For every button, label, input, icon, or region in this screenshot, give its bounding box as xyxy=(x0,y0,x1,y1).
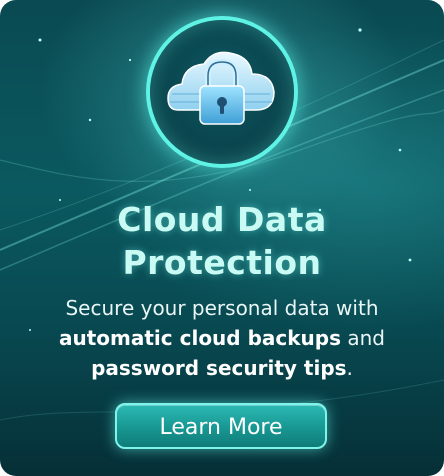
cloud-lock-icon xyxy=(167,51,275,125)
promo-description-line-1: Secure your personal data with xyxy=(0,293,444,323)
promo-title-line-2: Protection xyxy=(122,243,322,282)
desc-emphasis: password security tips xyxy=(91,356,347,380)
desc-text: Secure your personal data xyxy=(65,296,330,320)
learn-more-button[interactable]: Learn More xyxy=(115,403,327,449)
desc-text: . xyxy=(346,356,353,380)
desc-emphasis: automatic cloud backups xyxy=(59,326,342,350)
promo-description-line-3: password security tips. xyxy=(0,353,444,383)
promo-title-line-1: Cloud Data xyxy=(117,200,327,239)
promo-card: Cloud Data Protection Secure your person… xyxy=(0,0,444,476)
desc-text: and xyxy=(341,326,385,350)
desc-text: with xyxy=(329,296,379,320)
promo-description-line-2: automatic cloud backups and xyxy=(0,323,444,353)
